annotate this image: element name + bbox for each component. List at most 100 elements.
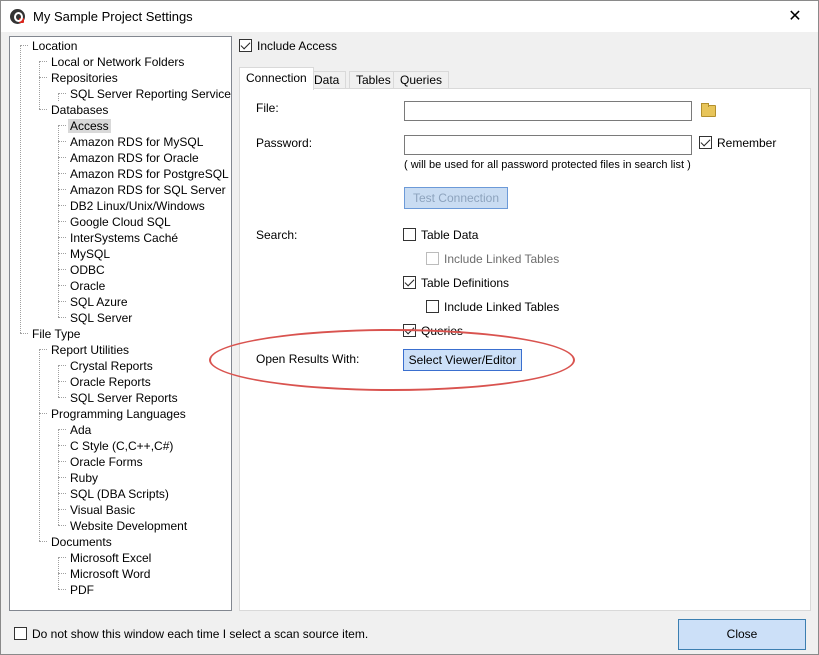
tree-node-programming-languages[interactable]: Programming Languages bbox=[51, 406, 186, 422]
checkbox-box[interactable] bbox=[403, 276, 416, 289]
password-input[interactable] bbox=[404, 135, 692, 155]
tree-node-microsoft-word[interactable]: Microsoft Word bbox=[70, 566, 150, 582]
tab-tables[interactable]: Tables bbox=[349, 71, 398, 89]
tree-connector bbox=[58, 125, 66, 126]
tree-node-label: Access bbox=[68, 119, 111, 133]
close-button[interactable]: Close bbox=[678, 619, 806, 650]
tree-node-sql-azure[interactable]: SQL Azure bbox=[70, 294, 128, 310]
tree-node-sql-dba-scripts[interactable]: SQL (DBA Scripts) bbox=[70, 486, 169, 502]
tree-node-sql-server[interactable]: SQL Server bbox=[70, 310, 132, 326]
tree-connector bbox=[58, 253, 66, 254]
tree-node-file-type[interactable]: File Type bbox=[32, 326, 80, 342]
tree-node-label: SQL Server bbox=[70, 311, 133, 325]
tree-node-google-cloud-sql[interactable]: Google Cloud SQL bbox=[70, 214, 171, 230]
tree-node-visual-basic[interactable]: Visual Basic bbox=[70, 502, 135, 518]
tab-label: Connection bbox=[246, 71, 307, 85]
tree-node-oracle-forms[interactable]: Oracle Forms bbox=[70, 454, 143, 470]
file-input[interactable] bbox=[404, 101, 692, 121]
dont-show-again-checkbox[interactable]: Do not show this window each time I sele… bbox=[14, 627, 368, 641]
tree-connector bbox=[58, 573, 66, 574]
checkbox-box[interactable] bbox=[403, 228, 416, 241]
tree-node-rds-mysql[interactable]: Amazon RDS for MySQL bbox=[70, 134, 203, 150]
tree-node-location[interactable]: Location bbox=[32, 38, 77, 54]
tree-node-label: Microsoft Excel bbox=[70, 551, 152, 565]
tree-connector bbox=[58, 477, 66, 478]
window-close-button[interactable]: ✕ bbox=[772, 1, 818, 32]
tree-node-ssrs[interactable]: SQL Server Reporting Services bbox=[70, 86, 232, 102]
tree-node-rds-postgresql[interactable]: Amazon RDS for PostgreSQL bbox=[70, 166, 229, 182]
tree-node-c-style[interactable]: C Style (C,C++,C#) bbox=[70, 438, 173, 454]
tree-node-report-utilities[interactable]: Report Utilities bbox=[51, 342, 129, 358]
window-title: My Sample Project Settings bbox=[33, 9, 193, 24]
tree-node-label: Amazon RDS for Oracle bbox=[70, 151, 199, 165]
tree-connector bbox=[58, 237, 66, 238]
tree-connector bbox=[58, 557, 66, 558]
test-connection-button[interactable]: Test Connection bbox=[404, 187, 508, 209]
tree-connector bbox=[39, 349, 47, 350]
tree-node-label: Website Development bbox=[70, 519, 188, 533]
tree-node-label: SQL Server Reports bbox=[70, 391, 178, 405]
tree-node-db2[interactable]: DB2 Linux/Unix/Windows bbox=[70, 198, 205, 214]
search-label: Search: bbox=[256, 228, 298, 242]
tree-connector bbox=[58, 589, 66, 590]
tab-label: Data bbox=[314, 73, 340, 87]
tree-connector bbox=[58, 429, 66, 430]
tree-node-rds-sqlserver[interactable]: Amazon RDS for SQL Server bbox=[70, 182, 226, 198]
tree-connector bbox=[39, 109, 47, 110]
tree-node-label: SQL Server Reporting Services bbox=[70, 87, 232, 101]
scan-source-tree[interactable]: Location Local or Network Folders Reposi… bbox=[9, 36, 232, 611]
tree-node-access[interactable]: Access bbox=[68, 118, 111, 134]
tree-node-label: Oracle bbox=[70, 279, 106, 293]
tree-node-label: Visual Basic bbox=[70, 503, 136, 517]
dont-show-label: Do not show this window each time I sele… bbox=[32, 627, 369, 641]
tree-node-label: SQL Azure bbox=[70, 295, 128, 309]
tree-node-label: Databases bbox=[51, 103, 109, 117]
tree-node-local-folders[interactable]: Local or Network Folders bbox=[51, 54, 184, 70]
tree-node-pdf[interactable]: PDF bbox=[70, 582, 94, 598]
tree-node-label: Repositories bbox=[51, 71, 118, 85]
table-data-checkbox[interactable]: Table Data bbox=[403, 228, 478, 242]
tree-node-label: Crystal Reports bbox=[70, 359, 153, 373]
checkbox-box[interactable] bbox=[426, 300, 439, 313]
browse-folder-icon[interactable] bbox=[699, 101, 717, 119]
include-linked-tables-1-checkbox[interactable]: Include Linked Tables bbox=[426, 252, 559, 266]
include-access-checkbox[interactable]: Include Access bbox=[239, 38, 337, 54]
file-label: File: bbox=[256, 101, 279, 115]
tree-connector bbox=[58, 397, 66, 398]
checkbox-box[interactable] bbox=[239, 39, 252, 52]
tree-node-databases[interactable]: Databases bbox=[51, 102, 108, 118]
tree-connector bbox=[39, 349, 40, 541]
app-logo-icon bbox=[10, 9, 25, 24]
tree-node-website-development[interactable]: Website Development bbox=[70, 518, 187, 534]
tree-node-mysql[interactable]: MySQL bbox=[70, 246, 110, 262]
tree-node-label: Ruby bbox=[70, 471, 99, 485]
checkbox-box[interactable] bbox=[426, 252, 439, 265]
remember-checkbox[interactable]: Remember bbox=[699, 136, 776, 150]
tab-queries[interactable]: Queries bbox=[393, 71, 450, 89]
tree-node-label: Amazon RDS for PostgreSQL bbox=[70, 167, 229, 181]
tree-node-microsoft-excel[interactable]: Microsoft Excel bbox=[70, 550, 151, 566]
tree-connector bbox=[39, 61, 47, 62]
tree-node-crystal-reports[interactable]: Crystal Reports bbox=[70, 358, 153, 374]
tree-node-repositories[interactable]: Repositories bbox=[51, 70, 118, 86]
tree-node-ruby[interactable]: Ruby bbox=[70, 470, 98, 486]
checkbox-box[interactable] bbox=[14, 627, 27, 640]
tree-node-label: InterSystems Caché bbox=[70, 231, 179, 245]
tree-node-oracle-reports[interactable]: Oracle Reports bbox=[70, 374, 151, 390]
tree-node-rds-oracle[interactable]: Amazon RDS for Oracle bbox=[70, 150, 199, 166]
include-linked-tables-2-checkbox[interactable]: Include Linked Tables bbox=[426, 300, 559, 314]
tree-node-documents[interactable]: Documents bbox=[51, 534, 112, 550]
tree-node-sql-server-reports[interactable]: SQL Server Reports bbox=[70, 390, 178, 406]
tab-connection[interactable]: Connection bbox=[239, 67, 314, 90]
table-definitions-checkbox[interactable]: Table Definitions bbox=[403, 276, 509, 290]
tree-connector bbox=[58, 157, 66, 158]
password-label: Password: bbox=[256, 136, 313, 150]
settings-window: My Sample Project Settings ✕ Location Lo… bbox=[0, 0, 819, 655]
tree-node-odbc[interactable]: ODBC bbox=[70, 262, 105, 278]
tree-node-ada[interactable]: Ada bbox=[70, 422, 91, 438]
tree-connector bbox=[20, 45, 21, 333]
include-linked-1-label: Include Linked Tables bbox=[444, 252, 560, 266]
tree-node-oracle[interactable]: Oracle bbox=[70, 278, 105, 294]
checkbox-box[interactable] bbox=[699, 136, 712, 149]
tree-node-intersystems[interactable]: InterSystems Caché bbox=[70, 230, 178, 246]
